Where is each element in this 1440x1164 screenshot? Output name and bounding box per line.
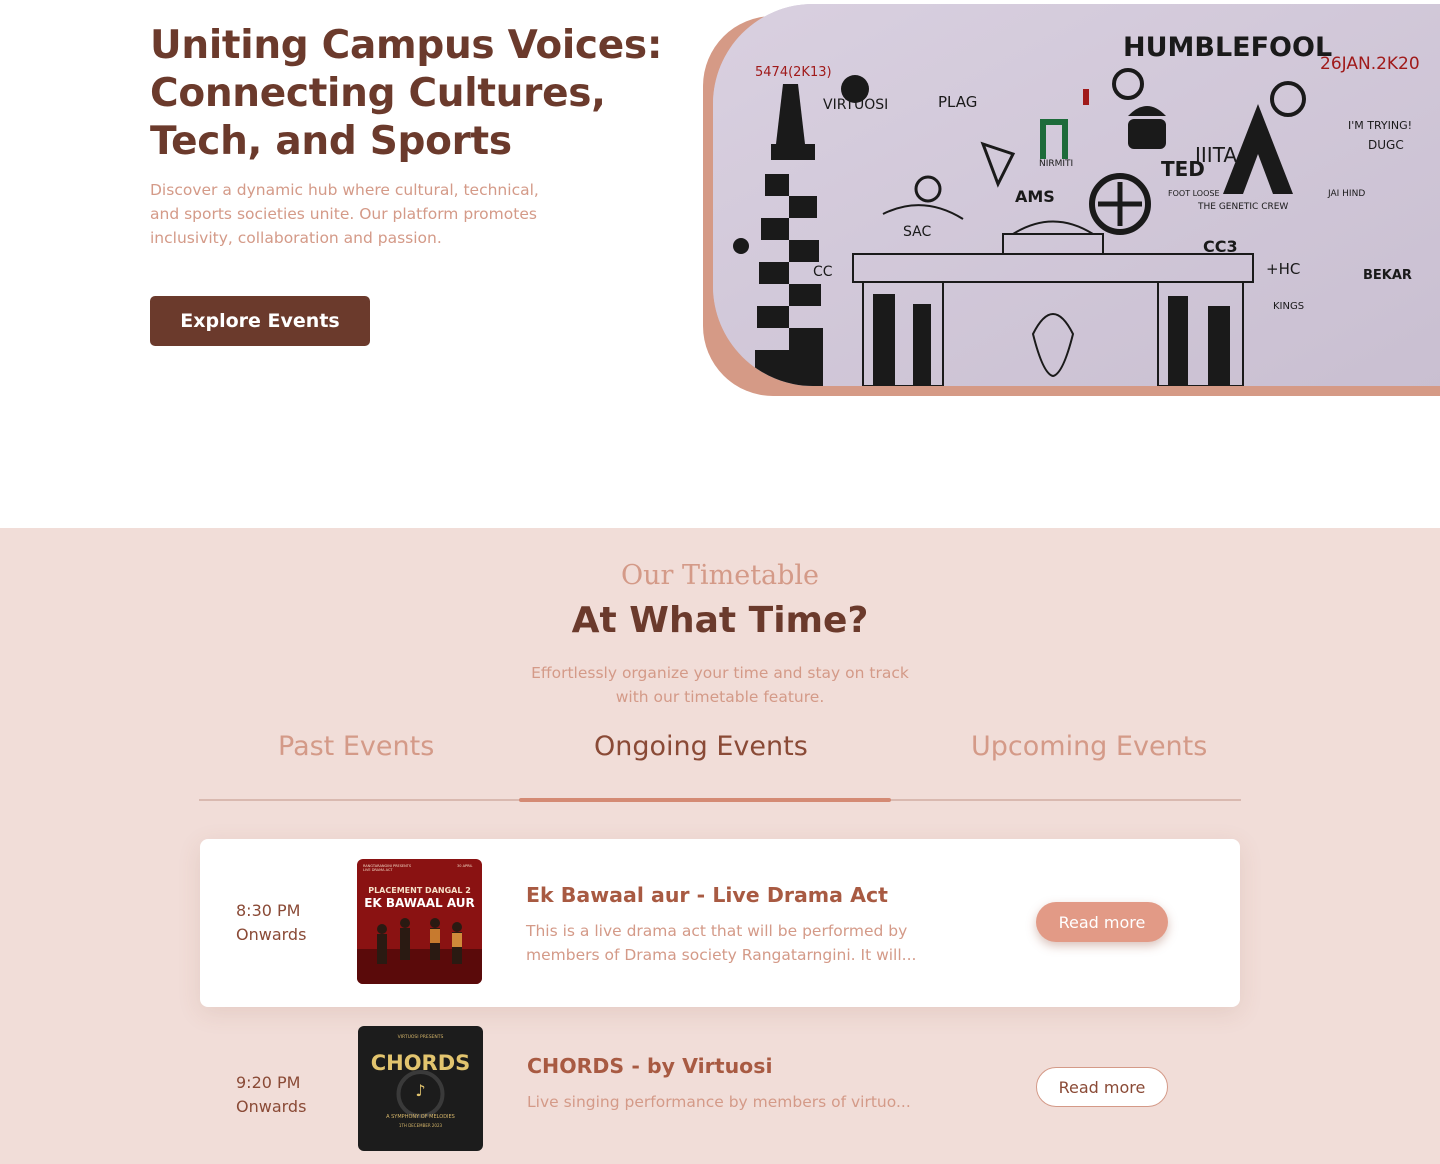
mural-text-sac: SAC [903,224,931,240]
mural-text-hc: +HC [1266,260,1300,278]
poster-top-right: 30 APRIL [457,864,473,868]
mural-text-humblefool: HUMBLEFOOL [1123,32,1332,63]
mural-text-date: 26JAN.2K20 [1320,54,1420,74]
poster-line1: PLACEMENT DANGAL 2 [368,886,471,895]
event-title[interactable]: CHORDS - by Virtuosi [527,1054,773,1078]
event-time: 8:30 PM Onwards [236,899,306,947]
mural-text-foot-loose: FOOT LOOSE [1168,189,1220,198]
poster-top: VIRTUOSI PRESENTS [398,1034,444,1040]
mural-text-5474: 5474(2K13) [755,65,832,80]
svg-text:♪: ♪ [415,1081,425,1100]
read-more-button[interactable]: Read more [1036,1067,1168,1107]
mural-text-cc3: CC3 [1203,237,1238,256]
hero-title: Uniting Campus Voices: Connecting Cultur… [150,23,663,164]
mural-text-iiita: IIITA [1195,143,1237,167]
timetable-title: At What Time? [571,600,869,641]
event-title[interactable]: Ek Bawaal aur - Live Drama Act [526,883,888,907]
tab-upcoming-events[interactable]: Upcoming Events [971,731,1207,762]
read-more-button[interactable]: Read more [1036,902,1168,942]
event-time: 9:20 PM Onwards [236,1071,306,1119]
mural-text-cc: CC [813,264,833,280]
timetable-section: Our Timetable At What Time? Effortlessly… [0,528,1440,1164]
explore-events-button[interactable]: Explore Events [150,296,370,346]
hero-mural-image: HUMBLEFOOL 26JAN.2K20 5474(2K13) VIRTUOS… [713,4,1440,386]
poster-name: CHORDS [371,1051,471,1075]
poster-line2: EK BAWAAL AUR [364,896,475,910]
event-time-value: 9:20 PM [236,1073,301,1092]
mural-text-plag: PLAG [938,93,977,111]
event-description: This is a live drama act that will be pe… [526,922,917,964]
active-tab-indicator [519,798,891,802]
event-card: 8:30 PM Onwards RANGTARANGINI PRESENTS L… [200,839,1240,1007]
event-poster: VIRTUOSI PRESENTS CHORDS ♪ A SYMPHONY OF… [358,1026,483,1151]
tab-ongoing-events[interactable]: Ongoing Events [594,731,808,762]
timetable-eyebrow: Our Timetable [620,560,820,591]
timetable-description: Effortlessly organize your time and stay… [531,664,909,706]
event-time-value: 8:30 PM [236,901,301,920]
poster-subtitle: A SYMPHONY OF MELODIES [386,1114,455,1120]
mural-text-trying: I'M TRYING! [1348,119,1412,132]
event-time-suffix: Onwards [236,925,307,944]
event-description: Live singing performance by members of v… [527,1093,911,1111]
poster-date: 1TH DECEMBER 2023 [399,1123,443,1128]
poster-top-left-2: LIVE DRAMA ACT [363,868,393,872]
mural-text-kings: KINGS [1273,301,1304,312]
mural-text-dugc: DUGC [1368,138,1404,152]
event-poster: RANGTARANGINI PRESENTS LIVE DRAMA ACT 30… [357,859,482,984]
mural-text-genetic: THE GENETIC CREW [1197,202,1288,212]
mural-text-ams: AMS [1015,187,1055,206]
tab-past-events[interactable]: Past Events [278,731,434,762]
hero-description: Discover a dynamic hub where cultural, t… [150,181,539,247]
hero-section: Uniting Campus Voices: Connecting Cultur… [0,0,1440,528]
event-time-suffix: Onwards [236,1097,307,1116]
mural-text-bekar: BEKAR [1363,268,1412,283]
mural-text-jai-hind: JAI HIND [1327,189,1365,199]
event-tabs: Past Events Ongoing Events Upcoming Even… [199,723,1241,802]
mural-text-nirmiti: NIRMITI [1039,159,1073,169]
event-card: 9:20 PM Onwards VIRTUOSI PRESENTS CHORDS… [200,1006,1240,1164]
